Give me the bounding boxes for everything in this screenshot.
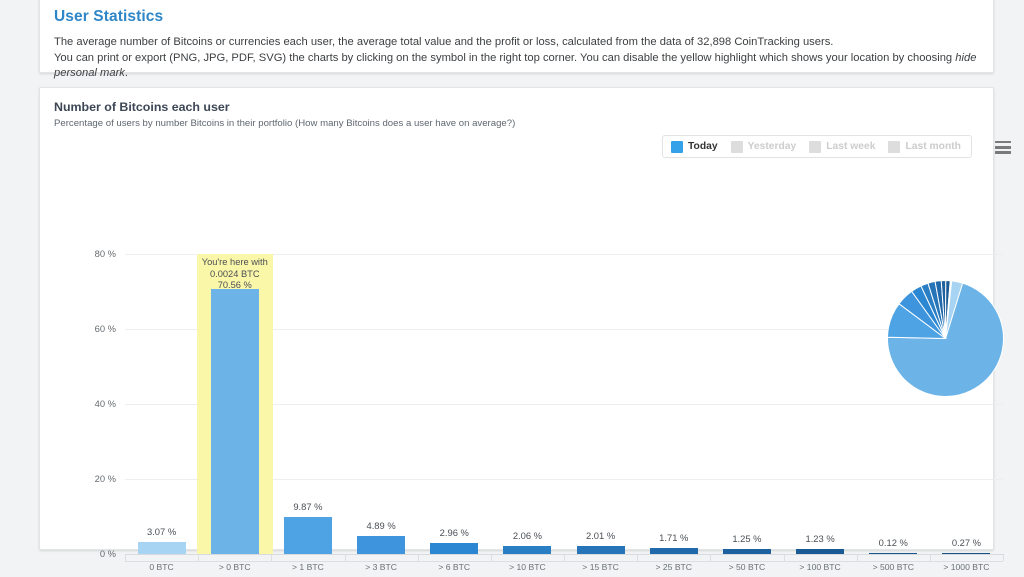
bar-value-label: 1.71 %: [659, 531, 689, 543]
bar--3-btc[interactable]: [357, 535, 406, 554]
x-axis-tick-mark: [710, 554, 712, 561]
x-axis-tick-mark: [344, 554, 346, 561]
x-axis-tick-mark: [856, 554, 858, 561]
page-description-line-2-a: You can print or export (PNG, JPG, PDF, …: [54, 51, 956, 64]
y-axis-tick-label: 20 %: [94, 473, 116, 484]
legend-label-last-week: Last week: [826, 141, 876, 152]
y-axis-tick-label: 60 %: [94, 323, 116, 334]
bar-value-label: 0.12 %: [878, 536, 908, 548]
page-description: The average number of Bitcoins or curren…: [54, 35, 993, 82]
legend-item-today[interactable]: Today: [671, 140, 718, 153]
legend-swatch-today: [671, 140, 683, 153]
chart-title: Number of Bitcoins each user: [54, 100, 230, 114]
legend-swatch-last-week: [809, 140, 822, 153]
x-axis-tick-label: > 500 BTC: [872, 562, 914, 572]
bar-value-label: 0.27 %: [951, 536, 981, 548]
x-axis-tick-label: > 3 BTC: [365, 562, 397, 572]
bar-0-btc[interactable]: [137, 542, 186, 554]
bar--6-btc[interactable]: [430, 542, 479, 554]
x-axis-baseline: [125, 561, 1003, 562]
x-axis-tick-mark: [271, 554, 273, 561]
personal-mark-line-2: 0.0024 BTC: [209, 268, 260, 279]
pie-chart-inset: [887, 279, 1004, 397]
bar--500-btc[interactable]: [869, 552, 918, 554]
legend-item-yesterday[interactable]: Yesterday: [730, 140, 797, 153]
bar--100-btc[interactable]: [796, 549, 845, 554]
x-axis-tick-mark: [637, 554, 639, 561]
x-axis-tick-label: 0 BTC: [149, 562, 174, 572]
gridline-60: [125, 329, 1003, 330]
bar-value-label: 1.23 %: [805, 533, 835, 545]
y-axis-tick-label: 40 %: [94, 398, 116, 409]
legend-label-today: Today: [688, 141, 718, 152]
x-axis-tick-label: > 15 BTC: [582, 562, 619, 572]
gridline-40: [125, 404, 1003, 405]
x-axis-line: [125, 554, 1003, 555]
gridline-20: [125, 479, 1003, 480]
x-axis-tick-mark: [783, 554, 785, 561]
x-axis-tick-mark: [564, 554, 565, 561]
personal-mark-line-1: You're here with: [201, 257, 268, 267]
x-axis-tick-mark: [198, 554, 200, 561]
chart-legend[interactable]: Today Yesterday Last week Last month: [662, 135, 972, 158]
bar-value-label: 2.01 %: [585, 530, 616, 542]
x-axis-tick-mark: [125, 554, 126, 561]
x-axis-tick-mark: [929, 554, 931, 561]
page-description-line-1: The average number of Bitcoins or curren…: [54, 36, 834, 48]
hamburger-bar-2: [995, 146, 1011, 149]
bar--0-btc[interactable]: [210, 289, 259, 554]
pie-chart-svg: [887, 279, 1004, 397]
bar--25-btc[interactable]: [649, 547, 698, 554]
x-axis-tick-mark: [1003, 554, 1004, 561]
legend-swatch-last-month: [888, 140, 901, 153]
y-axis-tick-label: 80 %: [94, 248, 116, 259]
bar-value-label: 3.07 %: [146, 526, 177, 538]
legend-label-yesterday: Yesterday: [747, 141, 797, 152]
page-description-line-2: You can print or export (PNG, JPG, PDF, …: [54, 51, 993, 82]
bar--15-btc[interactable]: [576, 546, 625, 554]
personal-mark-annotation: You're here with 0.0024 BTC 70.56 %: [175, 257, 295, 292]
x-axis-tick-mark: [417, 554, 419, 561]
x-axis-tick-label: > 1 BTC: [292, 562, 324, 572]
x-axis-tick-label: > 0 BTC: [218, 562, 251, 572]
hamburger-bar-1: [995, 141, 1011, 144]
page-title: User Statistics: [54, 8, 164, 25]
bar-value-label: 2.96 %: [439, 526, 469, 538]
y-axis-tick-label: 0 %: [99, 548, 116, 559]
legend-swatch-yesterday: [730, 140, 743, 153]
x-axis-tick-label: > 1000 BTC: [943, 562, 990, 572]
x-axis-tick-label: > 10 BTC: [509, 562, 546, 572]
hamburger-bar-3: [995, 151, 1011, 154]
page-description-line-2-b: .: [124, 67, 128, 79]
chart-subtitle: Percentage of users by number Bitcoins i…: [54, 118, 516, 129]
bar-value-label: 9.87 %: [293, 500, 323, 512]
x-axis-tick-label: > 6 BTC: [438, 562, 471, 572]
bar-value-label: 4.89 %: [366, 519, 396, 531]
gridline-80: [125, 254, 1003, 255]
personal-mark-line-3: 70.56 %: [217, 280, 252, 291]
legend-label-last-month: Last month: [905, 141, 961, 152]
legend-item-last-week[interactable]: Last week: [809, 140, 876, 153]
bar-value-label: 2.06 %: [512, 530, 542, 542]
user-statistics-header-card: User Statistics The average number of Bi…: [39, 0, 994, 79]
x-axis-tick-label: > 100 BTC: [799, 562, 841, 572]
bar--50-btc[interactable]: [722, 549, 771, 554]
x-axis-tick-label: > 25 BTC: [655, 562, 693, 572]
x-axis-tick-mark: [490, 554, 492, 561]
bitcoins-per-user-chart-card: Number of Bitcoins each user Percentage …: [39, 87, 1011, 577]
x-axis-tick-label: > 50 BTC: [728, 562, 766, 572]
bar--10-btc[interactable]: [503, 546, 552, 554]
hamburger-menu-icon[interactable]: [995, 141, 1011, 154]
bar--1000-btc[interactable]: [942, 552, 991, 554]
personal-mark-highlight-band: [196, 254, 273, 554]
page-root: User Statistics The average number of Bi…: [0, 0, 1024, 577]
bar-value-label: 1.25 %: [732, 533, 762, 545]
bar--1-btc[interactable]: [283, 516, 332, 554]
legend-item-last-month[interactable]: Last month: [888, 140, 961, 153]
